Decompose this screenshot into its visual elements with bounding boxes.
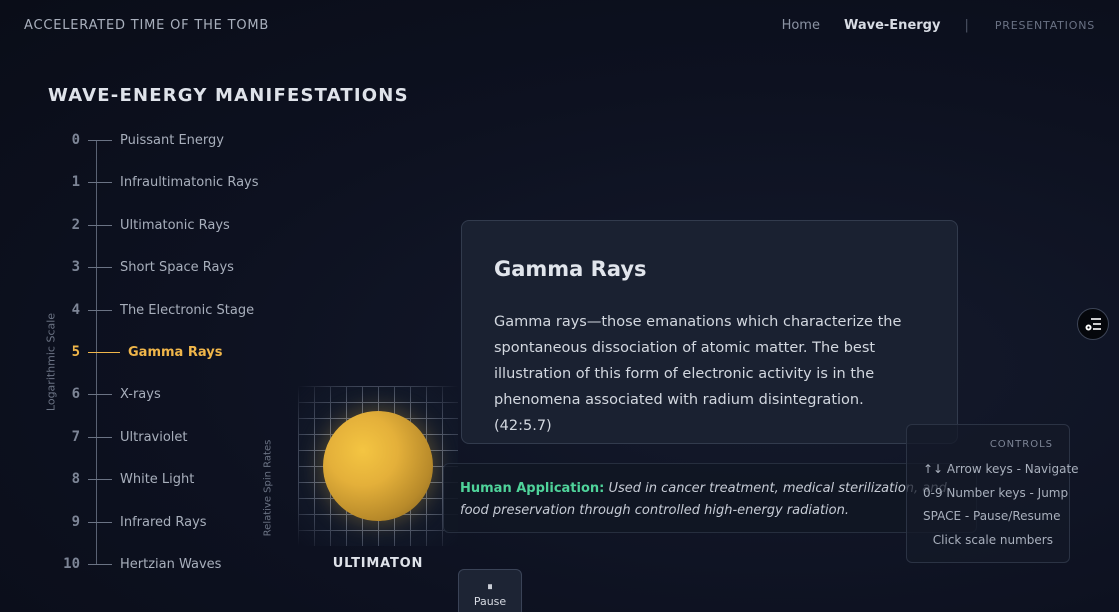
scale-item-electronic-stage[interactable]: 4 The Electronic Stage xyxy=(56,300,255,320)
scale-number[interactable]: 5 xyxy=(56,344,80,360)
pause-icon: ⏸ xyxy=(487,580,493,593)
scale-label: Infrared Rays xyxy=(120,514,207,530)
scale-number[interactable]: 10 xyxy=(56,556,80,572)
scale-number[interactable]: 2 xyxy=(56,217,80,233)
scale-item-gamma-rays[interactable]: 5 Gamma Rays xyxy=(56,342,223,362)
scale-tick xyxy=(88,436,112,438)
top-nav: Home Wave-Energy | PRESENTATIONS xyxy=(758,18,1095,33)
scale-number[interactable]: 7 xyxy=(56,429,80,445)
scale-tick xyxy=(88,563,112,565)
nav-presentations-link[interactable]: PRESENTATIONS xyxy=(995,19,1095,32)
scale-label: Ultraviolet xyxy=(120,429,188,445)
scale-number[interactable]: 8 xyxy=(56,471,80,487)
scale-tick xyxy=(88,478,112,480)
menu-list-icon xyxy=(1085,318,1101,331)
scale-tick xyxy=(88,309,112,311)
scale-item-puissant-energy[interactable]: 0 Puissant Energy xyxy=(56,130,224,150)
controls-title: CONTROLS xyxy=(989,439,1053,450)
scale-label: Puissant Energy xyxy=(120,132,224,148)
scale-number[interactable]: 9 xyxy=(56,514,80,530)
scale-tick xyxy=(88,266,112,268)
scale-tick xyxy=(88,181,112,183)
nav-home-link[interactable]: Home xyxy=(782,18,820,33)
scale-item-hertzian-waves[interactable]: 10 Hertzian Waves xyxy=(56,554,221,574)
app-page: ACCELERATED TIME OF THE TOMB Home Wave-E… xyxy=(0,0,1119,612)
scale-label: Gamma Rays xyxy=(128,344,223,360)
scale-tick xyxy=(88,393,112,395)
scale-item-white-light[interactable]: 8 White Light xyxy=(56,469,195,489)
nav-separator: | xyxy=(964,18,969,33)
info-card-text: Gamma rays—those emanations which charac… xyxy=(494,314,902,434)
scale-label: Short Space Rays xyxy=(120,259,234,275)
scale-tick xyxy=(88,351,120,353)
scale-item-x-rays[interactable]: 6 X-rays xyxy=(56,384,161,404)
human-application-label: Human Application: xyxy=(460,481,605,496)
scale-number[interactable]: 6 xyxy=(56,386,80,402)
scale-number[interactable]: 4 xyxy=(56,302,80,318)
scale-item-ultraviolet[interactable]: 7 Ultraviolet xyxy=(56,427,188,447)
pause-button[interactable]: ⏸ Pause xyxy=(458,569,522,612)
scale-number[interactable]: 1 xyxy=(56,174,80,190)
control-hint-pause: SPACE - Pause/Resume xyxy=(923,509,1061,523)
control-hint-click: Click scale numbers xyxy=(932,532,1053,547)
scale-tick xyxy=(88,224,112,226)
floating-menu-button[interactable] xyxy=(1077,308,1109,340)
scale-label: X-rays xyxy=(120,386,161,402)
scale-label: White Light xyxy=(120,471,195,487)
ultimaton-orb xyxy=(323,411,433,521)
scale-tick xyxy=(88,521,112,523)
particle-label: ULTIMATON xyxy=(332,556,424,571)
scale-number[interactable]: 3 xyxy=(56,259,80,275)
pause-label: Pause xyxy=(473,595,507,608)
nav-wave-energy-link[interactable]: Wave-Energy xyxy=(844,18,940,33)
info-card-title: Gamma Rays xyxy=(494,257,647,281)
control-hint-jump: 0-9 Number keys - Jump xyxy=(923,485,1069,500)
scale-label: The Electronic Stage xyxy=(120,302,255,318)
scale-item-infrared-rays[interactable]: 9 Infrared Rays xyxy=(56,512,207,532)
controls-panel: CONTROLS ↑↓ Arrow keys - Navigate 0-9 Nu… xyxy=(906,424,1079,563)
scale-label: Hertzian Waves xyxy=(120,556,222,572)
section-title: WAVE-ENERGY MANIFESTATIONS xyxy=(48,85,409,106)
scale-item-short-space-rays[interactable]: 3 Short Space Rays xyxy=(56,257,234,277)
scale-label: Infraultimatonic Rays xyxy=(120,174,259,190)
brand-title[interactable]: ACCELERATED TIME OF THE TOMB xyxy=(24,18,269,33)
scale-item-infraultimatonic-rays[interactable]: 1 Infraultimatonic Rays xyxy=(56,172,259,192)
spin-rate-axis-label: Relative Spin Rates xyxy=(262,439,274,537)
scale-label: Ultimatonic Rays xyxy=(120,217,230,233)
info-card: Gamma Rays Gamma rays—those emanations w… xyxy=(461,220,958,444)
scale-item-ultimatonic-rays[interactable]: 2 Ultimatonic Rays xyxy=(56,215,230,235)
human-application-box: Human Application: Used in cancer treatm… xyxy=(443,463,977,533)
scale-number[interactable]: 0 xyxy=(56,132,80,148)
control-hint-navigate: ↑↓ Arrow keys - Navigate xyxy=(923,462,1079,476)
scale-tick xyxy=(88,139,112,141)
